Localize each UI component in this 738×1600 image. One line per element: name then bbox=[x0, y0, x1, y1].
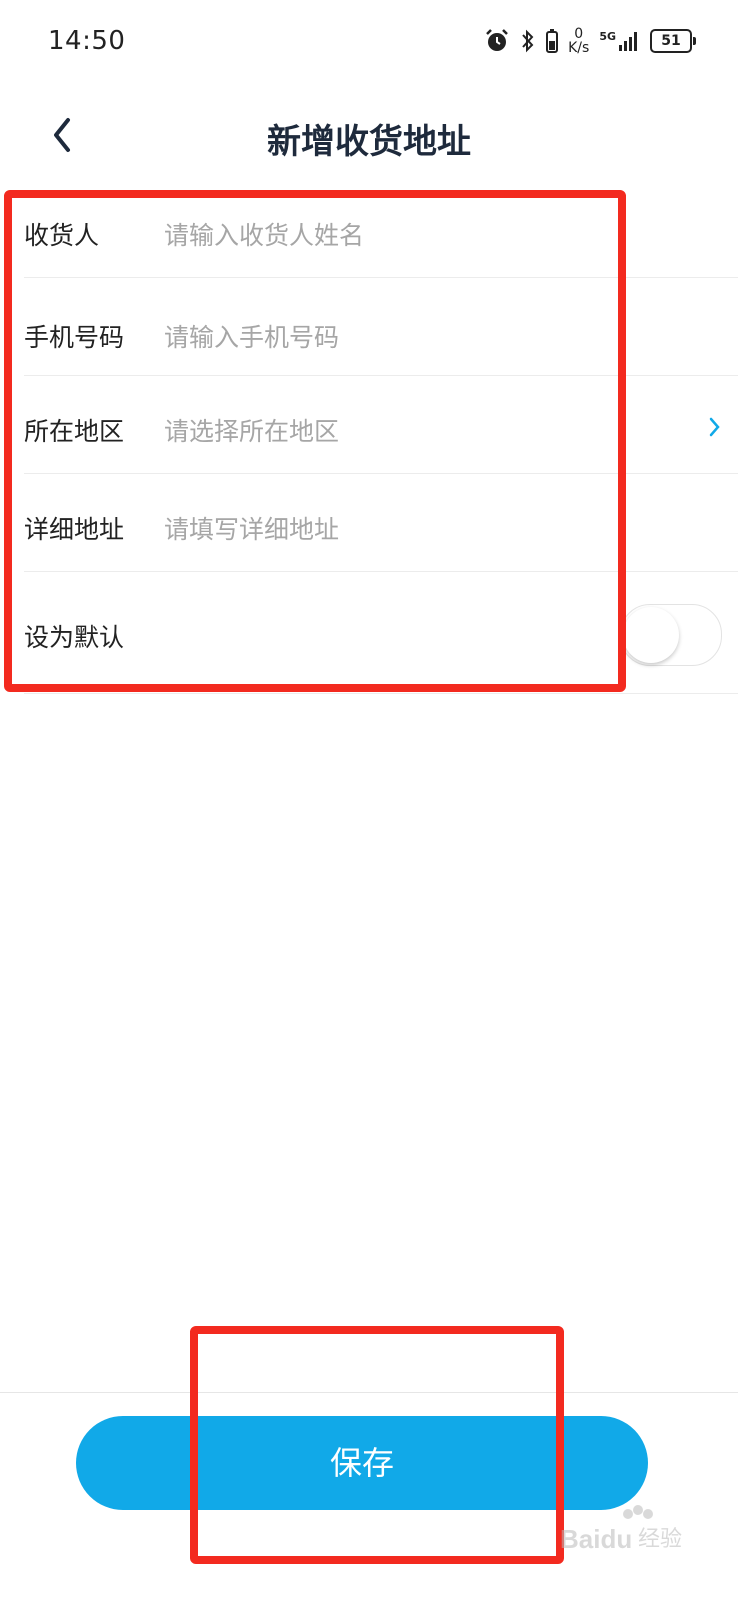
toggle-knob bbox=[623, 607, 679, 663]
network-type: 5G bbox=[599, 30, 616, 43]
detail-address-input[interactable]: 请填写详细地址 bbox=[164, 510, 339, 546]
status-time: 14:50 bbox=[48, 26, 126, 56]
svg-text:经验: 经验 bbox=[638, 1527, 682, 1552]
signal-group: 5G bbox=[599, 30, 640, 52]
chevron-right-icon[interactable] bbox=[708, 416, 722, 438]
region-label: 所在地区 bbox=[24, 417, 125, 446]
alarm-icon bbox=[486, 29, 508, 51]
default-label: 设为默认 bbox=[24, 623, 125, 652]
baidu-watermark-logo: Baidu 经验 bbox=[560, 1505, 682, 1554]
net-speed-unit: K/s bbox=[568, 40, 590, 56]
form-row-detail-address[interactable]: 详细地址 请填写详细地址 bbox=[24, 474, 738, 572]
form-row-recipient[interactable]: 收货人 请输入收货人姓名 bbox=[24, 184, 738, 278]
bluetooth-icon bbox=[522, 29, 534, 53]
net-speed-value: 0 bbox=[574, 26, 584, 42]
svg-text:Baidu: Baidu bbox=[560, 1524, 632, 1554]
net-speed: 0 K/s bbox=[568, 27, 589, 55]
nav-bar: 新增收货地址 bbox=[0, 96, 738, 176]
status-icons: 0 K/s 5G 51 bbox=[484, 26, 696, 56]
form-row-region[interactable]: 所在地区 请选择所在地区 bbox=[24, 376, 738, 474]
default-toggle[interactable] bbox=[620, 604, 722, 666]
save-button[interactable]: 保存 bbox=[76, 1416, 648, 1510]
recipient-label: 收货人 bbox=[24, 221, 100, 250]
battery-level: 51 bbox=[661, 33, 681, 49]
address-form: 收货人 请输入收货人姓名 手机号码 请输入手机号码 所在地区 请选择所在地区 详… bbox=[0, 184, 738, 694]
recipient-input[interactable]: 请输入收货人姓名 bbox=[164, 216, 364, 252]
status-bar: 14:50 0 K/s 5G 51 bbox=[0, 0, 738, 84]
form-row-default: 设为默认 bbox=[24, 572, 738, 694]
detail-address-label: 详细地址 bbox=[24, 515, 125, 544]
page-title: 新增收货地址 bbox=[267, 122, 471, 162]
phone-input[interactable]: 请输入手机号码 bbox=[164, 318, 339, 354]
phone-label: 手机号码 bbox=[24, 323, 125, 352]
device-battery-icon bbox=[546, 29, 559, 53]
battery-icon: 51 bbox=[650, 29, 696, 53]
form-row-phone[interactable]: 手机号码 请输入手机号码 bbox=[24, 278, 738, 376]
region-selector[interactable]: 请选择所在地区 bbox=[164, 412, 339, 448]
bottom-divider bbox=[0, 1392, 738, 1393]
signal-icon bbox=[619, 32, 637, 51]
